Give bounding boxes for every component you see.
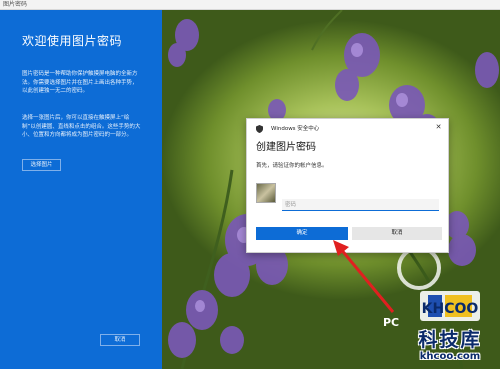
panel-description: 图片密码是一种帮助你保护触摸屏电脑的全新方法。你需要选择图片并在图片上画出各种手… [22, 71, 138, 94]
password-field[interactable] [282, 199, 439, 211]
window-title: 图片密码 [3, 1, 28, 8]
panel-instructions: 选择一张图片后，你可以直接在触摸屏上“绘制”以创建圆、直线和点击的组合。这些手势… [22, 115, 141, 138]
watermark: KHCOO 科技库 khcoo.com [400, 289, 500, 369]
user-avatar [256, 183, 276, 203]
close-icon[interactable]: ✕ [434, 123, 443, 132]
security-dialog: Windows 安全中心 ✕ 创建图片密码 首先，请验证你的帐户信息。 确定 取… [246, 118, 449, 253]
window-titlebar: 图片密码 [0, 0, 500, 10]
watermark-url: khcoo.com [419, 351, 481, 362]
cancel-button[interactable]: 取消 [100, 334, 140, 346]
svg-text:KHCOO: KHCOO [422, 301, 479, 317]
dialog-title: 创建图片密码 [256, 142, 316, 153]
background-pc-text: PC [383, 316, 400, 329]
dialog-subtitle: 首先，请验证你的帐户信息。 [256, 163, 328, 169]
watermark-title: 科技库 [418, 329, 482, 351]
watermark-logo: KHCOO [420, 291, 480, 321]
dialog-cancel-button[interactable]: 取消 [352, 227, 442, 240]
shield-icon [256, 125, 263, 133]
ok-button[interactable]: 确定 [256, 227, 348, 240]
dialog-app-name: Windows 安全中心 [271, 126, 320, 132]
panel-heading: 欢迎使用图片密码 [22, 34, 123, 48]
left-panel: 欢迎使用图片密码 图片密码是一种帮助你保护触摸屏电脑的全新方法。你需要选择图片并… [0, 10, 162, 369]
choose-picture-button[interactable]: 选择图片 [22, 159, 61, 171]
